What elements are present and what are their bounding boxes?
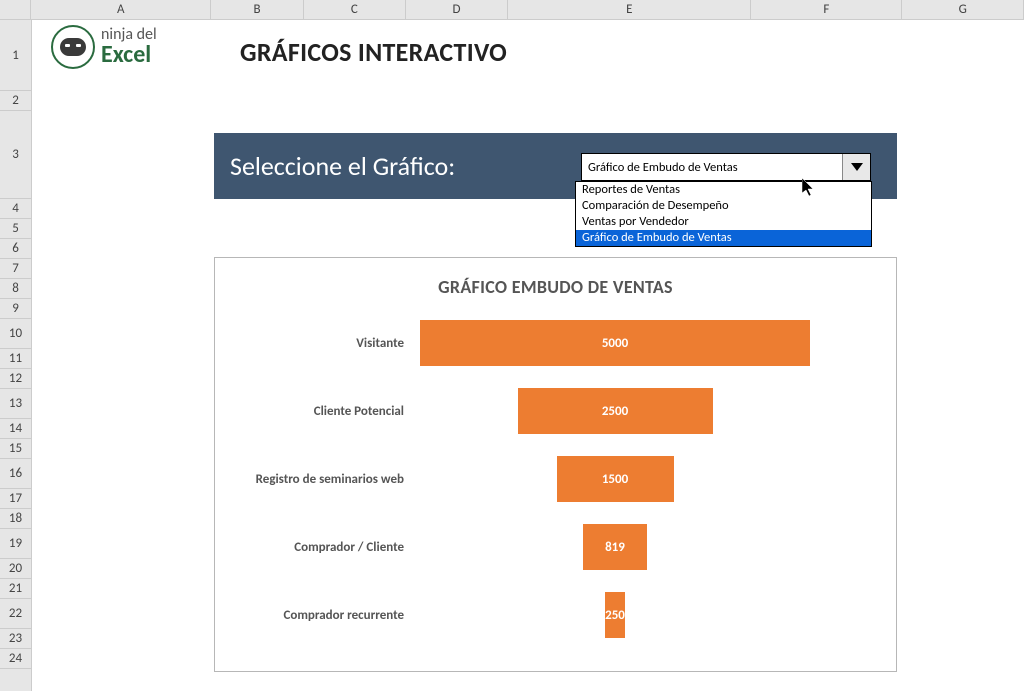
col-header-a[interactable]: A [31,0,211,19]
logo-text-bottom: Excel [101,43,157,67]
page-title: GRÁFICOS INTERACTIVO [240,36,507,68]
chart-select-dropdown[interactable]: Reportes de VentasComparación de Desempe… [575,181,872,247]
chart-plot-area: Visitante 5000 Cliente Potencial 2500 Regist… [215,320,896,660]
funnel-bar: 2500 [518,388,713,434]
row-header-15[interactable]: 15 [0,439,31,459]
funnel-bar: 819 [583,524,647,570]
funnel-category-label: Comprador / Cliente [215,540,410,555]
col-header-c[interactable]: C [304,0,406,19]
dropdown-option[interactable]: Comparación de Desempeño [576,198,871,214]
row-header-18[interactable]: 18 [0,509,31,529]
row-header-4[interactable]: 4 [0,199,31,219]
funnel-bar: 250 [605,592,625,638]
row-header-8[interactable]: 8 [0,279,31,299]
select-all-corner[interactable] [0,0,31,19]
row-header-13[interactable]: 13 [0,389,31,419]
dropdown-option[interactable]: Ventas por Vendedor [576,214,871,230]
row-header-21[interactable]: 21 [0,579,31,599]
row-header-2[interactable]: 2 [0,91,31,111]
funnel-bar: 1500 [557,456,674,502]
column-headers: A B C D E F G [0,0,1024,20]
chart-select-combo[interactable]: Gráfico de Embudo de Ventas [581,153,871,181]
worksheet-area[interactable]: ninja del Excel GRÁFICOS INTERACTIVO Sel… [32,20,1024,691]
row-header-14[interactable]: 14 [0,419,31,439]
chart-title: GRÁFICO EMBUDO DE VENTAS [215,276,896,298]
row-header-16[interactable]: 16 [0,459,31,489]
col-header-e[interactable]: E [508,0,751,19]
funnel-bar: 5000 [420,320,810,366]
row-header-7[interactable]: 7 [0,259,31,279]
row-header-6[interactable]: 6 [0,239,31,259]
row-header-19[interactable]: 19 [0,529,31,559]
row-header-20[interactable]: 20 [0,559,31,579]
dropdown-option[interactable]: Reportes de Ventas [576,182,871,198]
funnel-category-label: Visitante [215,336,410,351]
combo-value: Gráfico de Embudo de Ventas [588,160,738,175]
row-header-1[interactable]: 1 [0,20,31,91]
row-header-23[interactable]: 23 [0,629,31,649]
combo-dropdown-button[interactable] [842,154,870,180]
row-header-24[interactable]: 24 [0,649,31,669]
row-header-17[interactable]: 17 [0,489,31,509]
dropdown-option[interactable]: Gráfico de Embudo de Ventas [576,230,871,246]
row-header-22[interactable]: 22 [0,599,31,629]
funnel-chart[interactable]: GRÁFICO EMBUDO DE VENTAS Visitante 5000 Cl… [214,257,897,672]
mouse-cursor-icon [802,178,817,203]
funnel-category-label: Cliente Potencial [215,404,410,419]
row-header-3[interactable]: 3 [0,111,31,199]
funnel-category-label: Registro de seminarios web [215,472,410,487]
ninja-icon [51,25,95,69]
row-header-11[interactable]: 11 [0,349,31,369]
chevron-down-icon [849,159,865,175]
col-header-f[interactable]: F [751,0,902,19]
row-header-9[interactable]: 9 [0,299,31,319]
col-header-g[interactable]: G [902,0,1024,19]
funnel-category-label: Comprador recurrente [215,608,410,623]
col-header-b[interactable]: B [211,0,303,19]
row-header-5[interactable]: 5 [0,219,31,239]
row-headers: 123456789101112131415161718192021222324 [0,20,32,691]
brand-logo: ninja del Excel [51,25,157,69]
col-header-d[interactable]: D [406,0,508,19]
row-header-12[interactable]: 12 [0,369,31,389]
selector-label: Seleccione el Gráfico: [230,150,455,182]
row-header-10[interactable]: 10 [0,319,31,349]
